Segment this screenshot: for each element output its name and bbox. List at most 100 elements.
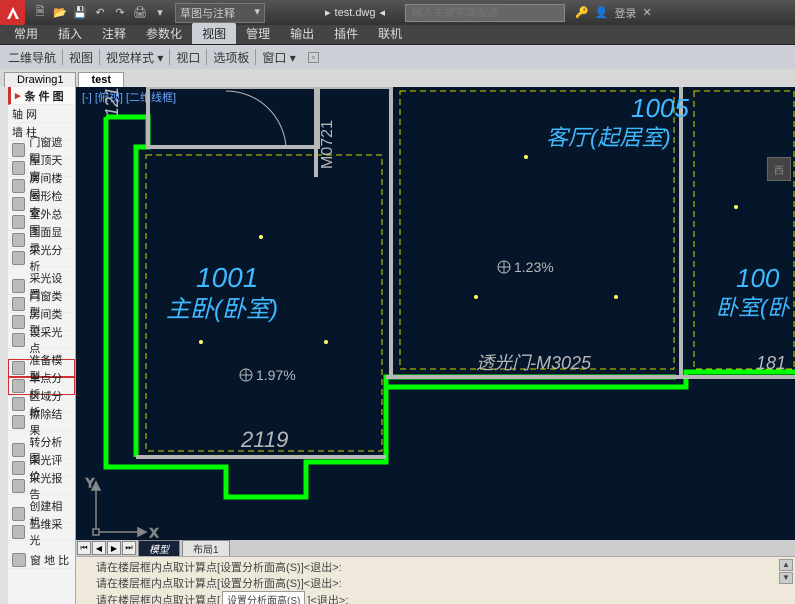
check-icon	[12, 197, 25, 211]
quick-access-toolbar: 🗎 📂 💾 ↶ ↷ 🖨 ▾	[31, 4, 169, 22]
qat-redo-icon[interactable]: ↷	[111, 4, 129, 22]
layout-tab-bar: ⏮ ◀ ▶ ⏭ 模型 布局1	[76, 540, 795, 556]
ribbon-tab-output[interactable]: 输出	[280, 23, 324, 44]
ribbon-tab-annotate[interactable]: 注释	[92, 23, 136, 44]
pal-daylight[interactable]: 采光分析	[8, 249, 75, 267]
title-filename: ▸test.dwg◂	[325, 6, 385, 19]
gear-icon	[12, 279, 25, 293]
panel-window[interactable]: 窗口 ▾	[258, 49, 299, 66]
ribbon-tab-plugins[interactable]: 插件	[324, 23, 368, 44]
cmd-history-1: 请在楼层框内点取计算点[设置分析面高(S)]<退出>:	[96, 559, 775, 575]
room-1001-pct-marker	[240, 369, 252, 381]
pal-3d-light[interactable]: 三维采光	[8, 523, 75, 541]
layout-nav-last[interactable]: ⏭	[122, 541, 136, 555]
panel-viewport[interactable]: 视口	[172, 49, 204, 66]
layout-tab-layout1[interactable]: 布局1	[182, 540, 230, 557]
cmd-history-2: 请在楼层框内点取计算点[设置分析面高(S)]<退出>:	[96, 575, 775, 591]
panel-visstyle[interactable]: 视觉样式 ▾	[102, 49, 167, 66]
room2-icon	[12, 315, 25, 329]
svg-text:Y: Y	[86, 476, 94, 490]
qat-print-icon[interactable]: 🖨	[131, 4, 149, 22]
doc-tab-drawing1[interactable]: Drawing1	[4, 72, 76, 87]
ribbon-tab-insert[interactable]: 插入	[48, 23, 92, 44]
drawing-canvas[interactable]: [-] [俯视] [二维线框]	[76, 87, 795, 604]
room-1005-pct-marker	[498, 261, 510, 273]
room-icon	[12, 179, 25, 193]
display-icon	[12, 233, 25, 247]
vertical-palette-tabs	[0, 87, 8, 604]
ucs-icon: Y X	[86, 476, 158, 540]
panel-palettes[interactable]: 选项板	[209, 49, 253, 66]
app-logo[interactable]	[0, 0, 25, 25]
camera-icon	[12, 507, 25, 521]
door-label: 透光门-M3025	[476, 353, 592, 373]
qat-undo-icon[interactable]: ↶	[91, 4, 109, 22]
dim-181: 181	[756, 353, 786, 373]
title-bar: 🗎 📂 💾 ↶ ↷ 🖨 ▾ 草图与注释 ▸test.dwg◂ 🔑 👤 登录 ✕	[0, 0, 795, 25]
room-1001-name: 主卧(卧室)	[166, 296, 278, 323]
room-100x-id: 100	[736, 263, 780, 293]
login-label[interactable]: 登录	[614, 5, 636, 21]
room-1005-pct: 1.23%	[514, 259, 554, 275]
cube-icon	[12, 525, 25, 539]
palette-header[interactable]: ▸条 件 图	[8, 87, 75, 105]
ribbon-tab-view[interactable]: 视图	[192, 23, 236, 44]
qat-open-icon[interactable]: 📂	[51, 4, 69, 22]
cmd-scrollbar[interactable]: ▲ ▼	[779, 559, 793, 584]
room-100x-name: 卧室(卧	[716, 295, 790, 320]
infocenter-icon[interactable]: 🔑	[575, 6, 589, 19]
tool-palette: ▸条 件 图 轴 网 墙 柱 门窗遮阳 屋顶天窗 房间楼层 图形检查 室外总图 …	[8, 87, 76, 604]
door-m0721: M0721	[319, 120, 336, 169]
light-points	[199, 155, 738, 344]
pal-erase-result[interactable]: 擦除结果	[8, 413, 75, 431]
command-line-area[interactable]: 请在楼层框内点取计算点[设置分析面高(S)]<退出>: 请在楼层框内点取计算点[…	[76, 556, 795, 604]
convert-icon	[12, 443, 25, 457]
floorplan-svg: [-] [俯视] [二维线框]	[76, 87, 795, 557]
layout-nav-prev[interactable]: ◀	[92, 541, 106, 555]
pal-light-report[interactable]: 采光报告	[8, 477, 75, 495]
qat-new-icon[interactable]: 🗎	[31, 4, 49, 22]
user-area[interactable]: 🔑 👤 登录 ✕	[575, 5, 652, 21]
layout-nav-first[interactable]: ⏮	[77, 541, 91, 555]
ribbon-tab-home[interactable]: 常用	[4, 23, 48, 44]
panel-2dnav[interactable]: 二维导航	[4, 49, 60, 66]
ribbon-tab-online[interactable]: 联机	[368, 23, 412, 44]
cmd-scroll-up-icon[interactable]: ▲	[779, 559, 793, 571]
room-1001-pct: 1.97%	[256, 367, 296, 383]
door-icon	[12, 143, 25, 157]
pal-window-ratio[interactable]: 窗 地 比	[8, 551, 75, 569]
layout-nav-next[interactable]: ▶	[107, 541, 121, 555]
search-input[interactable]	[405, 4, 565, 22]
model-icon	[12, 361, 25, 375]
qat-save-icon[interactable]: 💾	[71, 4, 89, 22]
single-icon	[12, 379, 25, 393]
panel-view[interactable]: 视图	[65, 49, 97, 66]
layout-tab-model[interactable]: 模型	[138, 540, 180, 557]
cmd-prompt: 请在楼层框内点取计算点[设置分析面高(S)]<退出>:	[96, 591, 775, 604]
qat-more-icon[interactable]: ▾	[151, 4, 169, 22]
ribbon-panel-titles: 二维导航 视图 视觉样式 ▾ 视口 选项板 窗口 ▾ ▫	[0, 45, 795, 69]
exchange-icon[interactable]: ✕	[642, 6, 651, 19]
dim-2119: 2119	[240, 427, 288, 452]
doc-tab-test[interactable]: test	[78, 72, 124, 87]
pal-set-point[interactable]: 设采光点	[8, 331, 75, 349]
door2-icon	[12, 297, 25, 311]
erase-icon	[12, 415, 25, 429]
ribbon-minimize-button[interactable]: ▫	[308, 52, 319, 63]
site-icon	[12, 215, 25, 229]
roof-icon	[12, 161, 25, 175]
workspace-selector[interactable]: 草图与注释	[175, 3, 265, 23]
document-tabs: Drawing1 test	[0, 69, 795, 87]
pal-axis[interactable]: 轴 网	[8, 105, 75, 123]
ribbon-tab-manage[interactable]: 管理	[236, 23, 280, 44]
eval-icon	[12, 461, 25, 475]
point-icon	[12, 333, 25, 347]
cmd-scroll-down-icon[interactable]: ▼	[779, 572, 793, 584]
room-1001-id: 1001	[196, 262, 258, 293]
workspace-selected-label: 草图与注释	[180, 8, 235, 20]
user-icon: 👤	[595, 6, 609, 19]
cmd-option-button[interactable]: 设置分析面高(S)	[222, 591, 305, 604]
viewcube[interactable]: 西	[767, 157, 791, 181]
ribbon-tab-param[interactable]: 参数化	[136, 23, 192, 44]
area-icon	[12, 397, 25, 411]
